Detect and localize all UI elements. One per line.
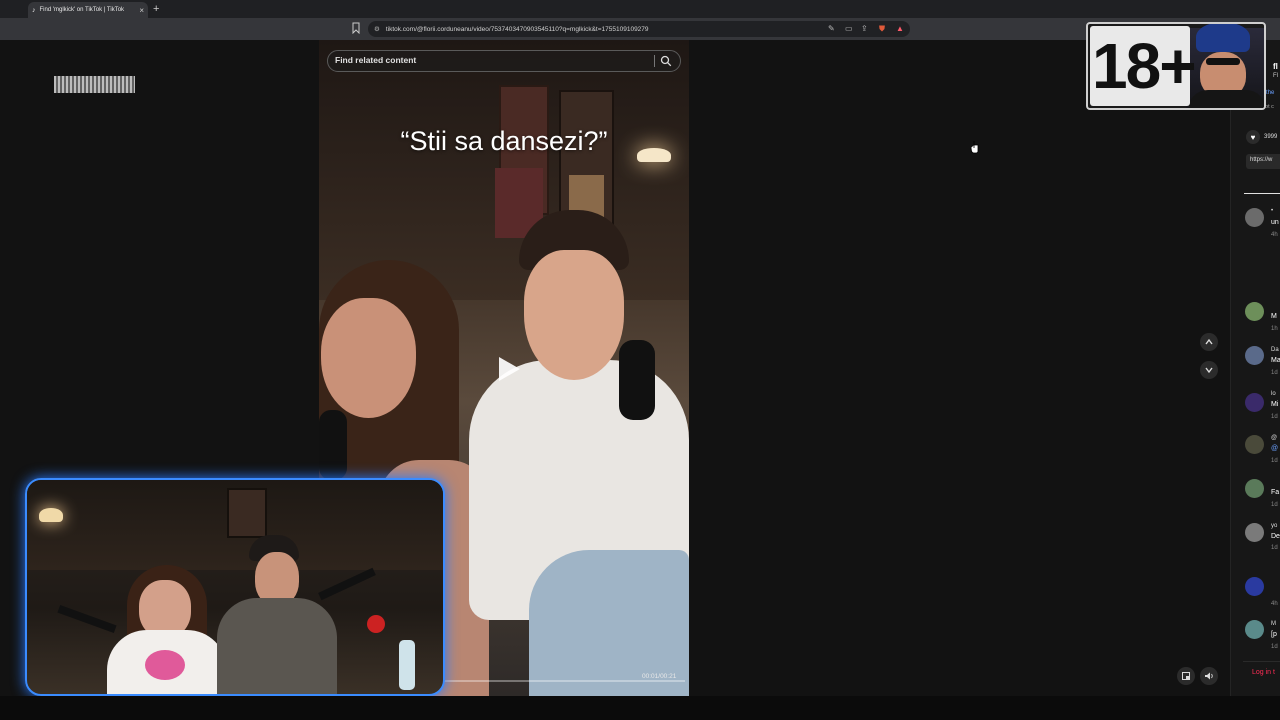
rewards-icon[interactable]: ▲ [896,24,904,34]
speaker-icon [1205,672,1213,680]
bottom-bar [0,696,1280,720]
comment-avatar[interactable] [1245,208,1264,227]
share-icon[interactable]: ⇪ [861,24,868,34]
age-rating-text: 18+ [1092,30,1197,102]
webcam-lamp [39,508,63,522]
tab-title: Find 'mglkick' on TikTok | TikTok [39,7,125,13]
comment-text: un [1271,219,1279,226]
next-video-button[interactable] [1200,361,1218,379]
creator-name[interactable]: fl [1273,62,1278,71]
comment-text: Mi [1271,401,1279,408]
copy-link-field[interactable]: https://w [1246,154,1280,169]
volume-button[interactable] [1200,667,1218,685]
comment-text: De [1271,533,1280,540]
comments-tab-underline [1244,193,1280,194]
browser-tab[interactable]: ♪ Find 'mglkick' on TikTok | TikTok × [28,2,148,18]
comment-time: 1d [1271,502,1278,508]
water-bottle [399,640,415,690]
tab-close-icon[interactable]: × [139,6,144,15]
mic-arm [57,604,117,634]
like-button[interactable]: ♥ [1246,130,1260,144]
comment-author[interactable]: Da [1271,347,1279,353]
previous-video-button[interactable] [1200,333,1218,351]
comment-author[interactable]: yo [1271,523,1277,529]
comment-text: Ma [1271,357,1280,364]
comment-author[interactable]: • [1271,208,1273,214]
url-text: tiktok.com/@florii.corduneanu/video/7537… [385,25,649,33]
tiktok-logo[interactable] [54,76,135,93]
translate-icon[interactable]: ✎ [828,24,835,34]
comment-text: Fa [1271,489,1280,496]
video-progress-bar[interactable] [440,680,685,682]
chevron-up-icon [1205,338,1213,345]
comment-author[interactable]: M [1271,621,1276,627]
picture-in-picture-button[interactable] [1177,667,1195,685]
comment-time: 1d [1271,644,1278,650]
comment-avatar[interactable] [1245,523,1264,542]
chevron-down-icon [1205,367,1213,374]
comment-avatar[interactable] [1245,302,1264,321]
microphone [319,410,347,480]
comment-avatar[interactable] [1245,479,1264,498]
webcam-red-object [367,615,385,633]
like-count: 3999 [1264,134,1278,140]
streamer-cap [1196,24,1250,52]
comment-avatar[interactable] [1245,346,1264,365]
comment-avatar[interactable] [1245,577,1264,596]
cast-icon[interactable]: ▭ [845,24,853,34]
mic-arm [318,567,376,601]
comment-author[interactable]: @ [1271,435,1277,441]
tiktok-favicon-icon: ♪ [32,6,36,14]
pip-icon [1182,672,1190,680]
comment-avatar[interactable] [1245,393,1264,412]
guest-shirt-print [145,650,185,680]
search-icon[interactable] [660,55,672,67]
new-tab-button[interactable]: + [153,2,159,16]
comment-text: @ [1271,445,1279,452]
comment-avatar[interactable] [1245,435,1264,454]
comment-text: M [1271,313,1277,320]
streamer-shirt [1188,90,1264,108]
webcam-frame [227,488,267,538]
comment-time: 4h [1271,232,1278,238]
comment-time: 1d [1271,545,1278,551]
brave-shield-icon[interactable]: ⛊ [879,24,885,34]
play-icon[interactable] [493,354,523,384]
browser-tab-bar [0,0,1280,18]
person-face [321,298,416,418]
microphone [619,340,655,420]
comment-author[interactable]: lo [1271,391,1276,397]
comment-time: 1d [1271,370,1278,376]
comment-time: 4h [1271,601,1278,607]
comment-time: 1d [1271,458,1278,464]
video-caption: “Stii sa dansezi?” [400,126,608,156]
login-link[interactable]: Log in t [1252,669,1275,676]
description-link[interactable]: the [1266,90,1274,96]
comment-text: [p [1271,631,1277,638]
person-face [524,250,624,380]
comment-time: 1d [1271,414,1278,420]
creator-subtitle: Fl [1273,73,1278,79]
host-shirt [217,598,337,694]
streamer-sunglasses [1206,58,1240,65]
bookmark-icon[interactable] [352,22,360,34]
video-timecode: 00:01/00:21 [642,673,677,680]
heart-icon: ♥ [1250,132,1256,142]
webcam-overlay [25,478,445,696]
hand-cursor-icon [970,141,979,154]
related-search-input[interactable]: Find related content [335,55,416,65]
comment-time: 1h [1271,326,1278,332]
search-divider [654,55,655,67]
comment-avatar[interactable] [1245,620,1264,639]
site-info-icon[interactable]: ⚙ [374,25,380,33]
